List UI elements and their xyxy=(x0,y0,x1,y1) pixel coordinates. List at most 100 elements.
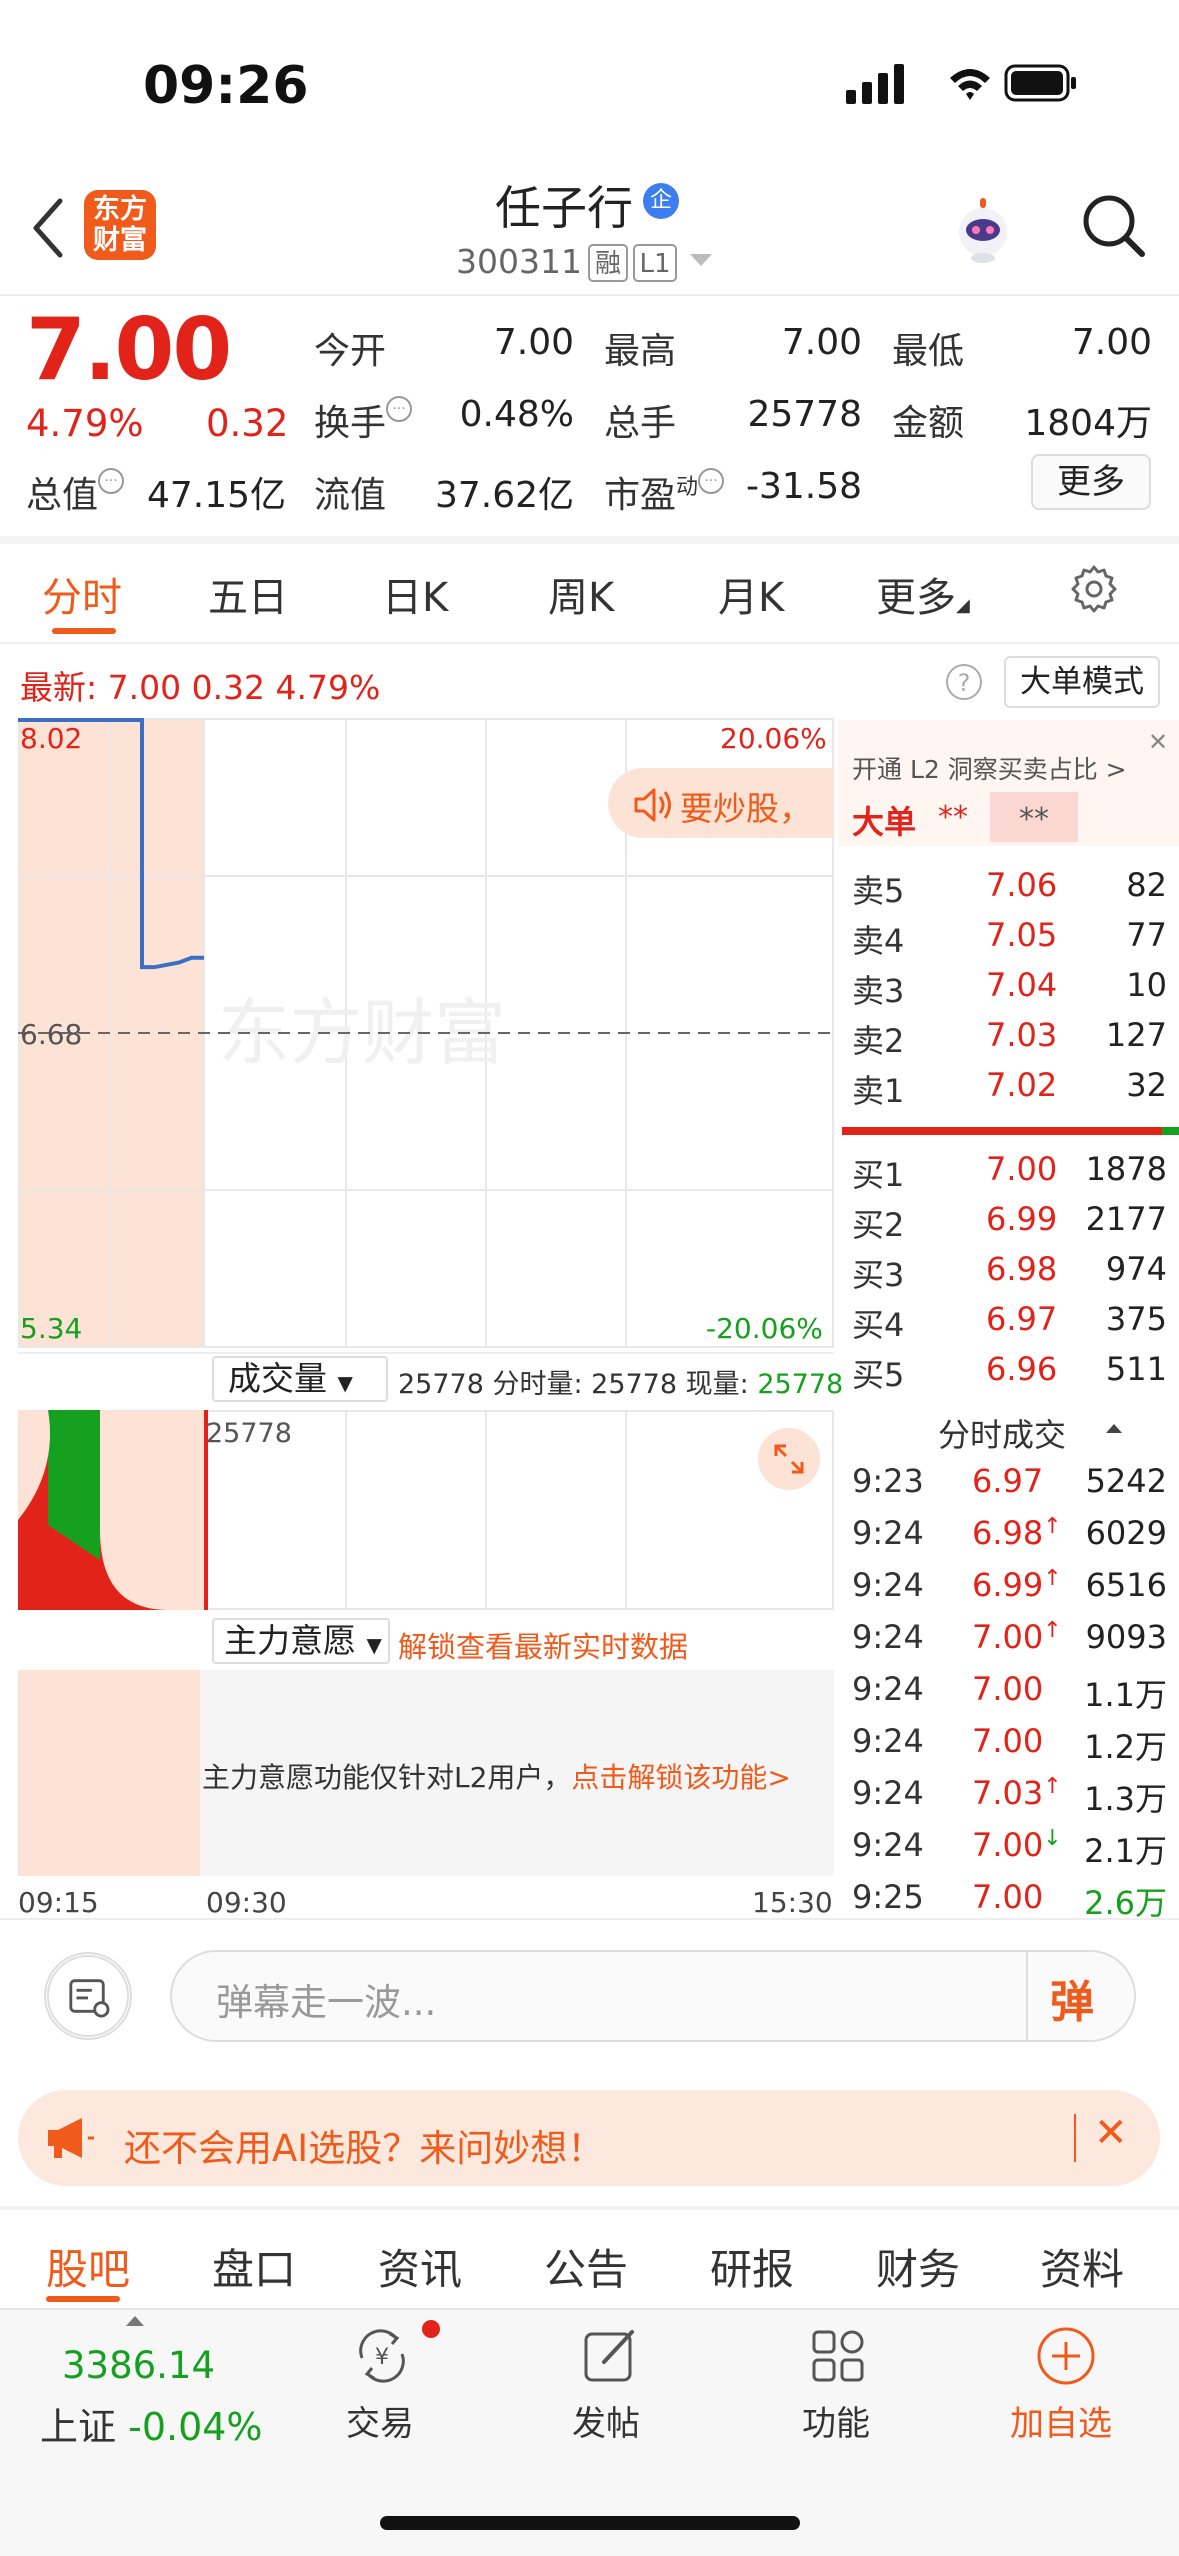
tab-underline xyxy=(52,628,116,634)
current-price: 7.00 xyxy=(26,300,232,400)
post-icon[interactable] xyxy=(578,2324,642,2388)
main-force-selector[interactable]: 主力意愿 ▼ xyxy=(212,1618,390,1664)
search-icon[interactable] xyxy=(1078,190,1148,260)
tab-profile[interactable]: 资料 xyxy=(1040,2236,1124,2297)
change-percent: 4.79% xyxy=(26,402,144,445)
danmaku-send-label[interactable]: 弹 xyxy=(1050,1966,1094,2030)
caret-down-icon: ▼ xyxy=(366,1633,382,1657)
pct-label-top: 20.06% xyxy=(720,722,827,755)
divider xyxy=(0,1918,1179,1920)
chevron-down-icon[interactable] xyxy=(690,254,712,266)
trade-row: 9:24 7.00↓ 2.1万 xyxy=(852,1826,1167,1870)
tab-daily-k[interactable]: 日K xyxy=(382,565,448,623)
change-amount: 0.32 xyxy=(206,402,289,445)
trade-row: 9:23 6.97 5242 xyxy=(852,1462,1167,1500)
tab-news[interactable]: 资讯 xyxy=(378,2236,462,2297)
wifi-icon xyxy=(950,69,990,100)
back-icon[interactable] xyxy=(28,195,68,261)
index-name[interactable]: 上证 -0.04% xyxy=(40,2396,263,2451)
svg-text:¥: ¥ xyxy=(375,2345,389,2370)
chevron-up-icon[interactable] xyxy=(1106,1424,1122,1433)
promo-text[interactable]: 要炒股， xyxy=(680,782,812,830)
trade-row: 9:24 7.00↑ 9093 xyxy=(852,1618,1167,1656)
unlock-feature-link[interactable]: 点击解锁该功能> xyxy=(571,1761,790,1794)
bid-row[interactable]: 买2 6.99 2177 xyxy=(852,1200,1167,1250)
close-icon[interactable]: ✕ xyxy=(1148,728,1168,756)
help-icon[interactable]: ? xyxy=(946,664,982,700)
tab-weekly-k[interactable]: 周K xyxy=(548,565,614,623)
info-icon[interactable]: ··· xyxy=(386,396,413,422)
settings-icon[interactable] xyxy=(1068,563,1120,615)
app-logo: 东方 财富 xyxy=(84,190,156,260)
ask-row[interactable]: 卖2 7.03 127 xyxy=(852,1016,1167,1066)
pe-label: 市盈动 ··· xyxy=(604,466,725,518)
bid-row[interactable]: 买1 7.00 1878 xyxy=(852,1150,1167,1200)
stock-code: 300311 xyxy=(456,242,582,281)
horn-icon xyxy=(48,2118,94,2158)
volume-selector[interactable]: 成交量 ▼ xyxy=(212,1356,388,1402)
info-icon[interactable]: ··· xyxy=(98,468,125,494)
tab-more[interactable]: 更多◢ xyxy=(876,565,970,623)
expand-icon[interactable] xyxy=(758,1428,820,1490)
nav-function-label[interactable]: 功能 xyxy=(802,2396,870,2445)
tab-announcements[interactable]: 公告 xyxy=(544,2236,628,2297)
enterprise-badge-icon: 企 xyxy=(643,183,679,219)
trade-row: 9:24 7.03↑ 1.3万 xyxy=(852,1774,1167,1818)
tab-five-day[interactable]: 五日 xyxy=(208,565,288,623)
nav-post-label[interactable]: 发帖 xyxy=(572,2396,640,2445)
big-order-mode-button[interactable]: 大单模式 xyxy=(1004,656,1160,708)
stock-name: 任子行 xyxy=(495,181,633,235)
main-force-unlock-link[interactable]: 解锁查看最新实时数据 xyxy=(398,1624,688,1666)
index-value[interactable]: 3386.14 xyxy=(62,2344,215,2387)
low-label: 最低 xyxy=(892,331,965,372)
ask-row[interactable]: 卖1 7.02 32 xyxy=(852,1066,1167,1116)
main-force-shade xyxy=(18,1670,200,1876)
nav-trade-label[interactable]: 交易 xyxy=(346,2396,414,2445)
turnover-label: 换手 ··· xyxy=(314,394,413,446)
volume-label: 总手 xyxy=(604,403,677,444)
trade-row: 9:24 6.98↑ 6029 xyxy=(852,1514,1167,1552)
big-order-value-1: ** xyxy=(938,800,968,835)
high-value: 7.00 xyxy=(781,322,862,363)
ai-banner-text[interactable]: 还不会用AI选股？来问妙想！ xyxy=(124,2118,604,2172)
bid-row[interactable]: 买3 6.98 974 xyxy=(852,1250,1167,1300)
function-icon[interactable] xyxy=(806,2324,870,2388)
trades-title[interactable]: 分时成交 xyxy=(938,1410,1066,1456)
more-button[interactable]: 更多 xyxy=(1031,454,1151,510)
add-icon[interactable] xyxy=(1034,2324,1098,2388)
notification-badge xyxy=(422,2320,440,2338)
chevron-up-icon[interactable] xyxy=(126,2316,144,2326)
tab-intraday[interactable]: 分时 xyxy=(42,565,122,623)
low-value: 7.00 xyxy=(1071,322,1152,363)
pct-label-bottom: -20.06% xyxy=(706,1312,823,1345)
close-icon[interactable]: ✕ xyxy=(1094,2110,1128,2156)
info-icon[interactable]: ··· xyxy=(698,468,725,494)
bid-row[interactable]: 买5 6.96 511 xyxy=(852,1350,1167,1400)
open-label: 今开 xyxy=(314,331,387,372)
bid-ask-ratio-bar-red xyxy=(842,1127,1162,1135)
ask-row[interactable]: 卖5 7.06 82 xyxy=(852,866,1167,916)
dropdown-corner-icon: ◢ xyxy=(956,595,970,616)
ask-row[interactable]: 卖4 7.05 77 xyxy=(852,916,1167,966)
ask-row[interactable]: 卖3 7.04 10 xyxy=(852,966,1167,1016)
nav-add-watchlist-label[interactable]: 加自选 xyxy=(1010,2396,1112,2445)
l2-open-link[interactable]: 开通 L2 洞察买卖占比 > xyxy=(852,750,1127,786)
volume-chart[interactable] xyxy=(18,1410,834,1610)
caret-down-icon: ▼ xyxy=(337,1371,353,1395)
tab-finance[interactable]: 财务 xyxy=(876,2236,960,2297)
tab-monthly-k[interactable]: 月K xyxy=(718,565,784,623)
trade-icon[interactable]: ¥ xyxy=(350,2324,414,2388)
tab-order-book[interactable]: 盘口 xyxy=(212,2236,296,2297)
tab-research[interactable]: 研报 xyxy=(710,2236,794,2297)
trade-row: 9:24 7.00 1.2万 xyxy=(852,1722,1167,1766)
index-change: -0.04% xyxy=(128,2405,263,2449)
danmaku-settings-icon[interactable] xyxy=(44,1952,132,2040)
danmaku-placeholder[interactable]: 弹幕走一波... xyxy=(216,1972,436,2026)
home-indicator xyxy=(380,2516,800,2530)
bid-row[interactable]: 买4 6.97 375 xyxy=(852,1300,1167,1350)
tab-guba[interactable]: 股吧 xyxy=(46,2236,130,2297)
robot-avatar[interactable] xyxy=(946,192,1020,266)
amount-value: 1804万 xyxy=(1024,403,1152,444)
divider xyxy=(1074,2114,1076,2162)
signal-icon xyxy=(846,64,904,104)
